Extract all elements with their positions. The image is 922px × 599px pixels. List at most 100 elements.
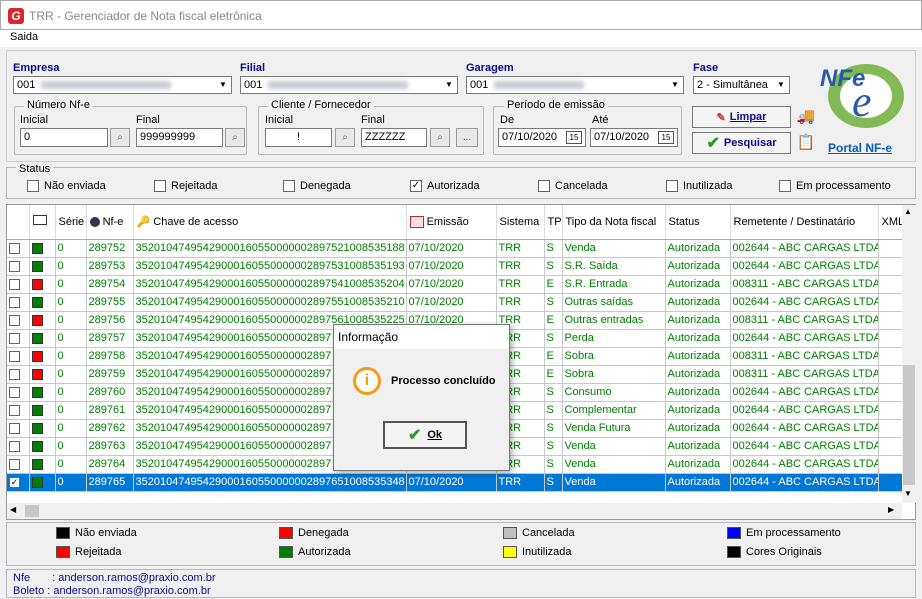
header-xml[interactable]: XML (878, 205, 903, 240)
checkbox[interactable] (27, 180, 39, 192)
binoculars-icon[interactable]: ⌕ (225, 128, 245, 147)
row-check-cell[interactable] (7, 329, 30, 348)
more-button[interactable]: ... (456, 128, 478, 147)
table-row[interactable]: 0 289752 352010474954290001605500000028975… (7, 239, 903, 258)
header-nfe[interactable]: Nf-e (86, 205, 134, 240)
scroll-thumb[interactable] (903, 365, 915, 485)
hscroll-thumb[interactable] (25, 505, 39, 517)
status-filter-5[interactable]: Inutilizada (666, 180, 733, 192)
status-filter-1[interactable]: Rejeitada (154, 180, 217, 192)
nfe-final-input[interactable]: 999999999 (136, 128, 223, 147)
header-tipo[interactable]: Tipo da Nota fiscal (562, 205, 666, 240)
scroll-right-icon[interactable]: ▶ (888, 505, 894, 514)
row-check-cell[interactable] (7, 311, 30, 330)
row-checkbox[interactable] (9, 296, 20, 308)
fase-combo[interactable]: 2 - Simultânea ▼ (693, 76, 790, 94)
row-checkbox[interactable] (9, 440, 20, 452)
row-checkbox[interactable] (9, 404, 20, 416)
checkbox[interactable]: ✓ (410, 180, 422, 192)
row-checkbox[interactable] (9, 422, 20, 434)
row-checkbox[interactable]: ✓ (9, 476, 20, 488)
horizontal-scrollbar[interactable]: ◀ ▶ (7, 503, 902, 519)
calendar-icon[interactable]: 15 (658, 131, 674, 144)
status-filter-6[interactable]: Em processamento (779, 180, 891, 192)
cell-serie: 0 (55, 437, 87, 456)
vertical-scrollbar[interactable]: ▲ ▼ (902, 205, 916, 503)
row-checkbox[interactable] (9, 332, 20, 344)
row-checkbox[interactable] (9, 260, 20, 272)
header-sistema[interactable]: Sistema (496, 205, 545, 240)
scroll-left-icon[interactable]: ◀ (10, 505, 16, 514)
status-filter-0[interactable]: Não enviada (27, 180, 106, 192)
row-checkbox[interactable] (9, 242, 20, 254)
table-row[interactable]: 0 289753 352010474954290001605500000028975… (7, 257, 903, 276)
scroll-up-icon[interactable]: ▲ (904, 207, 912, 216)
header-serie[interactable]: Série (55, 205, 87, 240)
row-checkbox[interactable] (9, 386, 20, 398)
row-checkbox[interactable] (9, 368, 20, 380)
chevron-down-icon: ▼ (774, 78, 788, 92)
window-title: TRR - Gerenciador de Nota fiscal eletrôn… (29, 9, 262, 23)
report-icon[interactable]: 📋 (796, 133, 816, 153)
legend-label: Cancelada (522, 527, 575, 539)
status-color-swatch (31, 332, 43, 344)
checkbox[interactable] (154, 180, 166, 192)
binoculars-icon[interactable]: ⌕ (335, 128, 355, 147)
status-filter-2[interactable]: Denegada (283, 180, 351, 192)
row-check-cell[interactable] (7, 419, 30, 438)
status-filter-4[interactable]: Cancelada (538, 180, 608, 192)
empresa-combo[interactable]: 001 ▼ (13, 76, 232, 94)
row-check-cell[interactable] (7, 257, 30, 276)
cliente-final-input[interactable]: ZZZZZZ (361, 128, 427, 147)
header-emissao[interactable]: Emissão (406, 205, 497, 240)
cell-remetente: 002644 - ABC CARGAS LTDA (730, 239, 879, 258)
row-checkbox[interactable] (9, 350, 20, 362)
row-check-cell[interactable] (7, 239, 30, 258)
table-row[interactable]: 0 289755 352010474954290001605500000028975… (7, 293, 903, 312)
header-tp[interactable]: TP (544, 205, 563, 240)
cell-tp: S (544, 257, 563, 276)
header-chave[interactable]: 🔑 Chave de acesso (133, 205, 407, 240)
row-check-cell[interactable] (7, 383, 30, 402)
row-checkbox[interactable] (9, 458, 20, 470)
row-checkbox[interactable] (9, 278, 20, 290)
nfe-initial-input[interactable]: 0 (20, 128, 108, 147)
binoculars-icon[interactable]: ⌕ (110, 128, 130, 147)
row-check-cell[interactable] (7, 293, 30, 312)
cliente-initial-input[interactable]: ! (265, 128, 332, 147)
pesquisar-button[interactable]: ✔ Pesquisar (692, 132, 791, 154)
garagem-combo[interactable]: 001 ▼ (466, 76, 684, 94)
row-check-cell[interactable] (7, 455, 30, 474)
row-check-cell[interactable]: ✓ (7, 473, 30, 492)
checkbox[interactable] (779, 180, 791, 192)
cell-nfe: 289765 (86, 473, 134, 492)
row-check-cell[interactable] (7, 365, 30, 384)
row-check-cell[interactable] (7, 275, 30, 294)
limpar-button[interactable]: ✎ Limpar (692, 106, 791, 128)
filial-combo[interactable]: 001 ▼ (240, 76, 458, 94)
cell-serie: 0 (55, 419, 87, 438)
checkbox[interactable] (538, 180, 550, 192)
cell-tp: S (544, 401, 563, 420)
row-check-cell[interactable] (7, 401, 30, 420)
header-check[interactable] (7, 205, 30, 240)
header-color[interactable] (29, 205, 56, 240)
checkbox[interactable] (283, 180, 295, 192)
row-check-cell[interactable] (7, 347, 30, 366)
ok-button[interactable]: ✔ Ok (383, 421, 467, 449)
header-remetente[interactable]: Remetente / Destinatário (730, 205, 879, 240)
row-check-cell[interactable] (7, 437, 30, 456)
status-filter-3[interactable]: ✓ Autorizada (410, 180, 480, 192)
menu-saida[interactable]: Saida (10, 31, 38, 43)
calendar-icon[interactable]: 15 (566, 131, 582, 144)
portal-nfe-link[interactable]: Portal NF-e (828, 141, 892, 155)
checkbox[interactable] (666, 180, 678, 192)
table-row[interactable]: 0 289754 352010474954290001605500000028975… (7, 275, 903, 294)
header-status[interactable]: Status (665, 205, 731, 240)
binoculars-icon[interactable]: ⌕ (430, 128, 450, 147)
scroll-down-icon[interactable]: ▼ (904, 489, 912, 498)
periodo-ate-label: Até (592, 114, 609, 126)
table-row[interactable]: ✓ 0 289765 35201047495429000160550000002897… (7, 473, 903, 492)
row-checkbox[interactable] (9, 314, 20, 326)
truck-icon[interactable]: 🚚 (796, 107, 816, 127)
